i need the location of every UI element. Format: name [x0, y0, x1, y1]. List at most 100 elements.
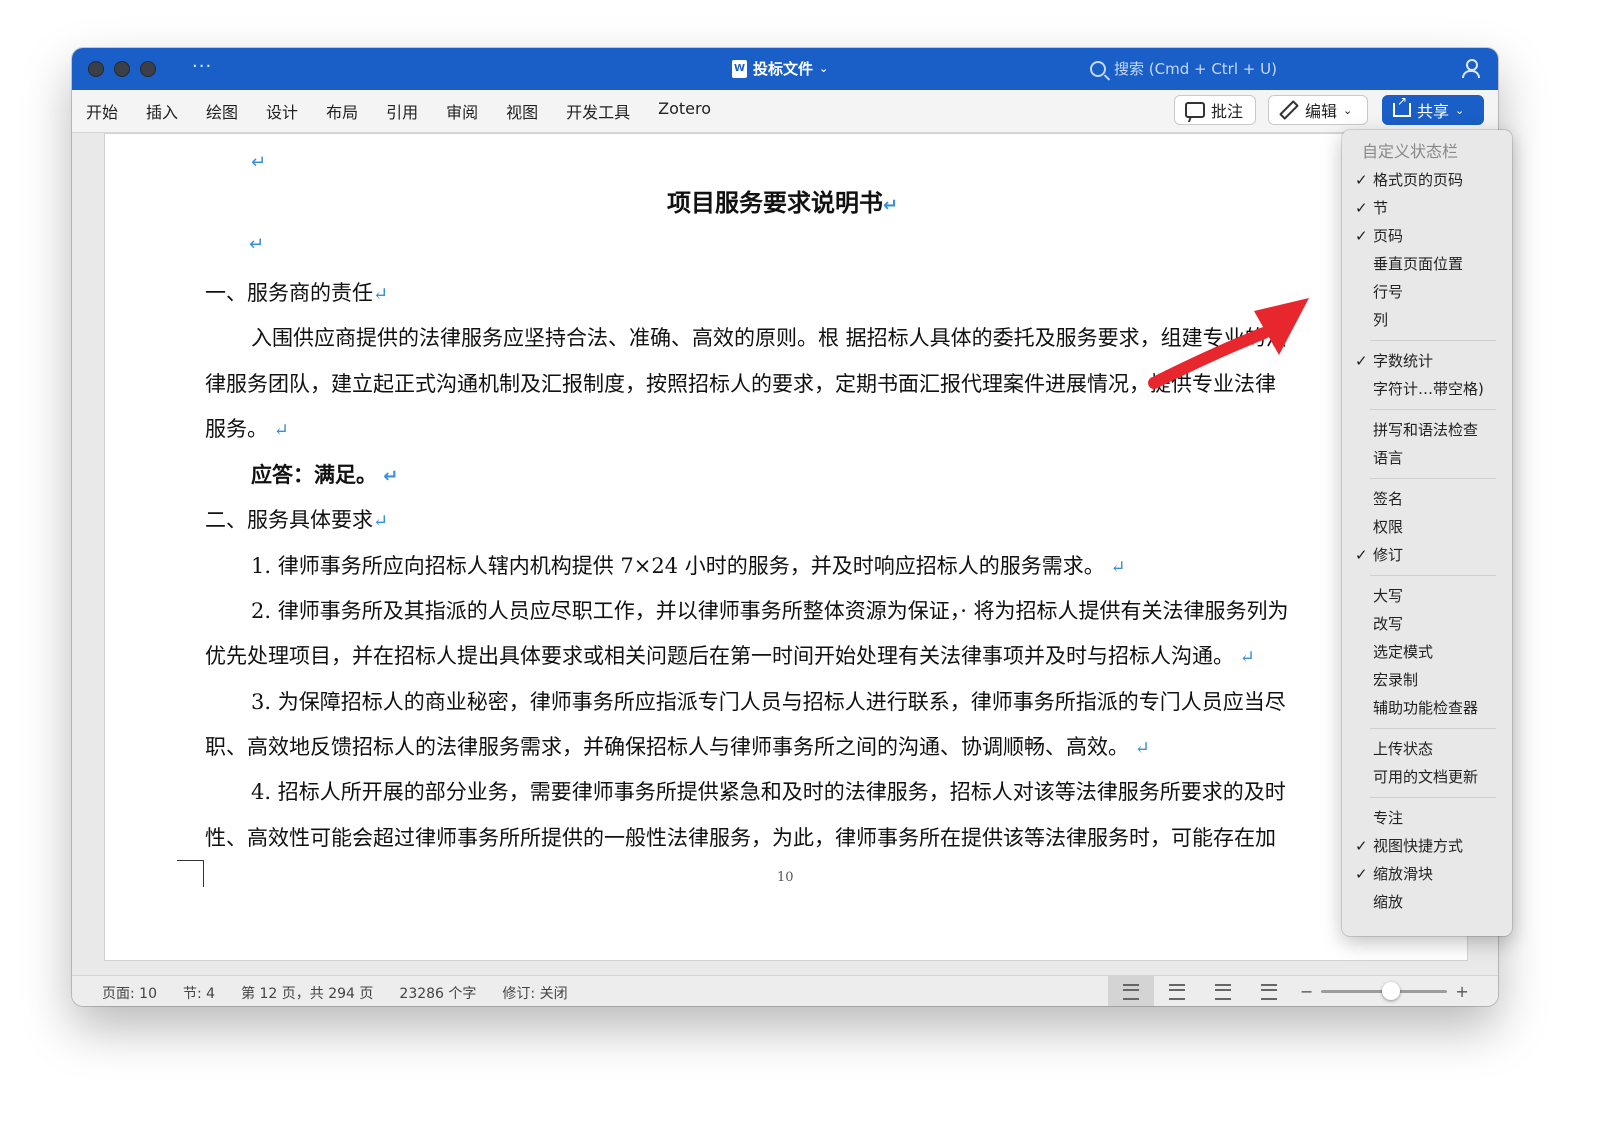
menu-item-label: 缩放: [1373, 893, 1404, 911]
view-shortcuts: [1108, 976, 1292, 1006]
zoom-out-button[interactable]: −: [1300, 982, 1313, 1001]
comment-label: 批注: [1211, 102, 1244, 121]
outline-icon[interactable]: [1200, 976, 1246, 1006]
menu-item[interactable]: 可用的文档更新: [1342, 763, 1512, 791]
menu-item[interactable]: ✓ 格式页的页码: [1342, 166, 1512, 194]
status-section[interactable]: 节: 4: [183, 983, 215, 1003]
tab-1[interactable]: 插入: [146, 99, 178, 123]
answer-line: 应答：满足。 ↵: [251, 463, 399, 487]
menu-item[interactable]: 改写: [1342, 610, 1512, 638]
menu-item[interactable]: ✓ 视图快捷方式: [1342, 832, 1512, 860]
zoom-slider-track[interactable]: [1321, 982, 1448, 1000]
menu-item-label: 字符计…带空格): [1373, 380, 1484, 398]
menu-item-label: 缩放滑块: [1373, 865, 1434, 883]
share-label: 共享: [1417, 102, 1450, 121]
tab-8[interactable]: 开发工具: [566, 99, 630, 123]
paragraph-line: 服务。 ↵: [205, 417, 289, 441]
chevron-down-icon: ⌄: [1343, 103, 1353, 117]
tab-9[interactable]: Zotero: [658, 99, 711, 123]
more-button[interactable]: ···: [192, 56, 212, 77]
document-page[interactable]: ↵ 项目服务要求说明书↵ ↵ 一、服务商的责任↵ 入围供应商提供的法律服务应坚持…: [104, 133, 1468, 961]
print-layout-icon[interactable]: [1108, 976, 1154, 1006]
document-heading: 项目服务要求说明书↵: [667, 189, 899, 217]
window-close-icon[interactable]: [88, 61, 104, 77]
zoom-slider-thumb[interactable]: [1381, 982, 1400, 1000]
paragraph-mark-icon: ↵: [251, 152, 267, 173]
menu-item[interactable]: 选定模式: [1342, 638, 1512, 666]
menu-item[interactable]: 拼写和语法检查: [1342, 416, 1512, 444]
check-icon: ✓: [1355, 171, 1368, 189]
menu-item[interactable]: 垂直页面位置: [1342, 250, 1512, 278]
tab-3[interactable]: 设计: [266, 99, 298, 123]
status-page[interactable]: 页面: 10: [102, 983, 157, 1003]
red-arrow-annotation: [1148, 298, 1309, 389]
menu-item[interactable]: 行号: [1342, 278, 1512, 306]
tab-6[interactable]: 审阅: [446, 99, 478, 123]
menu-item[interactable]: 签名: [1342, 485, 1512, 513]
share-button[interactable]: 共享 ⌄: [1382, 94, 1484, 125]
person-share-icon[interactable]: [1460, 58, 1480, 78]
search-placeholder: 搜索 (Cmd + Ctrl + U): [1114, 60, 1277, 78]
menu-item-label: 辅助功能检查器: [1373, 699, 1479, 717]
menu-item[interactable]: 宏录制: [1342, 666, 1512, 694]
menu-item-label: 视图快捷方式: [1373, 837, 1464, 855]
menu-item[interactable]: 缩放: [1342, 888, 1512, 916]
menu-item-label: 改写: [1373, 615, 1404, 633]
paragraph-line: 3. 为保障招标人的商业秘密，律师事务所应指派专门人员与招标人进行联系，律师事务…: [251, 690, 1286, 714]
menu-item[interactable]: 大写: [1342, 582, 1512, 610]
window-minimize-icon[interactable]: [114, 61, 130, 77]
comment-button[interactable]: 批注: [1174, 95, 1256, 125]
customize-status-bar-menu: 自定义状态栏 ✓ 格式页的页码 ✓ 节 ✓ 页码 垂直页面位置 行号列 ✓ 字数统计 字符计…带空格…: [1342, 130, 1512, 936]
menu-item-label: 权限: [1373, 518, 1404, 536]
search-box[interactable]: 搜索 (Cmd + Ctrl + U): [1090, 58, 1277, 79]
tab-0[interactable]: 开始: [86, 99, 118, 123]
document-area[interactable]: ↵ 项目服务要求说明书↵ ↵ 一、服务商的责任↵ 入围供应商提供的法律服务应坚持…: [72, 133, 1498, 975]
status-track-changes[interactable]: 修订: 关闭: [502, 983, 567, 1003]
menu-item[interactable]: ✓ 字数统计: [1342, 347, 1512, 375]
menu-item[interactable]: 权限: [1342, 513, 1512, 541]
tab-2[interactable]: 绘图: [206, 99, 238, 123]
word-doc-icon: [732, 59, 747, 78]
tab-4[interactable]: 布局: [326, 99, 358, 123]
menu-item[interactable]: ✓ 修订: [1342, 541, 1512, 569]
paragraph-line: 入围供应商提供的法律服务应坚持合法、准确、高效的原则。根 据招标人具体的委托及服…: [251, 326, 1287, 350]
tab-7[interactable]: 视图: [506, 99, 538, 123]
edit-mode-button[interactable]: 编辑 ⌄: [1268, 95, 1368, 125]
paragraph-mark-icon: ↵: [249, 234, 265, 255]
share-icon: [1393, 94, 1411, 117]
menu-item[interactable]: 上传状态: [1342, 735, 1512, 763]
menu-item[interactable]: ✓ 缩放滑块: [1342, 860, 1512, 888]
menu-separator: [1370, 409, 1496, 410]
menu-item-label: 选定模式: [1373, 643, 1434, 661]
tab-5[interactable]: 引用: [386, 99, 418, 123]
menu-item[interactable]: ✓ 节: [1342, 194, 1512, 222]
status-word-count[interactable]: 23286 个字: [399, 983, 476, 1003]
document-title-button[interactable]: 投标文件 ⌄: [732, 58, 828, 79]
menu-title: 自定义状态栏: [1362, 142, 1459, 161]
draft-icon[interactable]: [1246, 976, 1292, 1006]
menu-item[interactable]: ✓ 页码: [1342, 222, 1512, 250]
comment-icon: [1185, 102, 1205, 118]
word-window: ··· 投标文件 ⌄ 搜索 (Cmd + Ctrl + U) 开始 插入 绘图 设计 布…: [72, 48, 1498, 1006]
status-bar: 页面: 10 节: 4 第 12 页，共 294 页 23286 个字 修订: …: [72, 975, 1498, 1006]
menu-item[interactable]: 语言: [1342, 444, 1512, 472]
edit-label: 编辑: [1305, 102, 1338, 121]
menu-item-label: 节: [1373, 199, 1389, 217]
zoom-in-button[interactable]: +: [1455, 982, 1468, 1001]
menu-item[interactable]: 专注: [1342, 804, 1512, 832]
page-number: 10: [777, 870, 794, 885]
title-bar: ··· 投标文件 ⌄ 搜索 (Cmd + Ctrl + U): [72, 48, 1498, 90]
window-zoom-icon[interactable]: [140, 61, 156, 77]
web-layout-icon[interactable]: [1154, 976, 1200, 1006]
menu-item-label: 修订: [1373, 546, 1404, 564]
paragraph-line: 1. 律师事务所应向招标人辖内机构提供 7×24 小时的服务，并及时响应招标人的…: [251, 554, 1126, 578]
menu-item-label: 拼写和语法检查: [1373, 421, 1479, 439]
menu-item[interactable]: 字符计…带空格): [1342, 375, 1512, 403]
menu-separator: [1370, 340, 1496, 341]
pencil-icon: [1279, 100, 1299, 120]
menu-item[interactable]: 辅助功能检查器: [1342, 694, 1512, 722]
ribbon: 开始 插入 绘图 设计 布局 引用 审阅 视图 开发工具 Zotero 批注 编辑 ⌄ 共享 ⌄: [72, 90, 1498, 133]
status-page-count[interactable]: 第 12 页，共 294 页: [241, 983, 373, 1003]
menu-separator: [1370, 728, 1496, 729]
menu-item[interactable]: 列: [1342, 306, 1512, 334]
